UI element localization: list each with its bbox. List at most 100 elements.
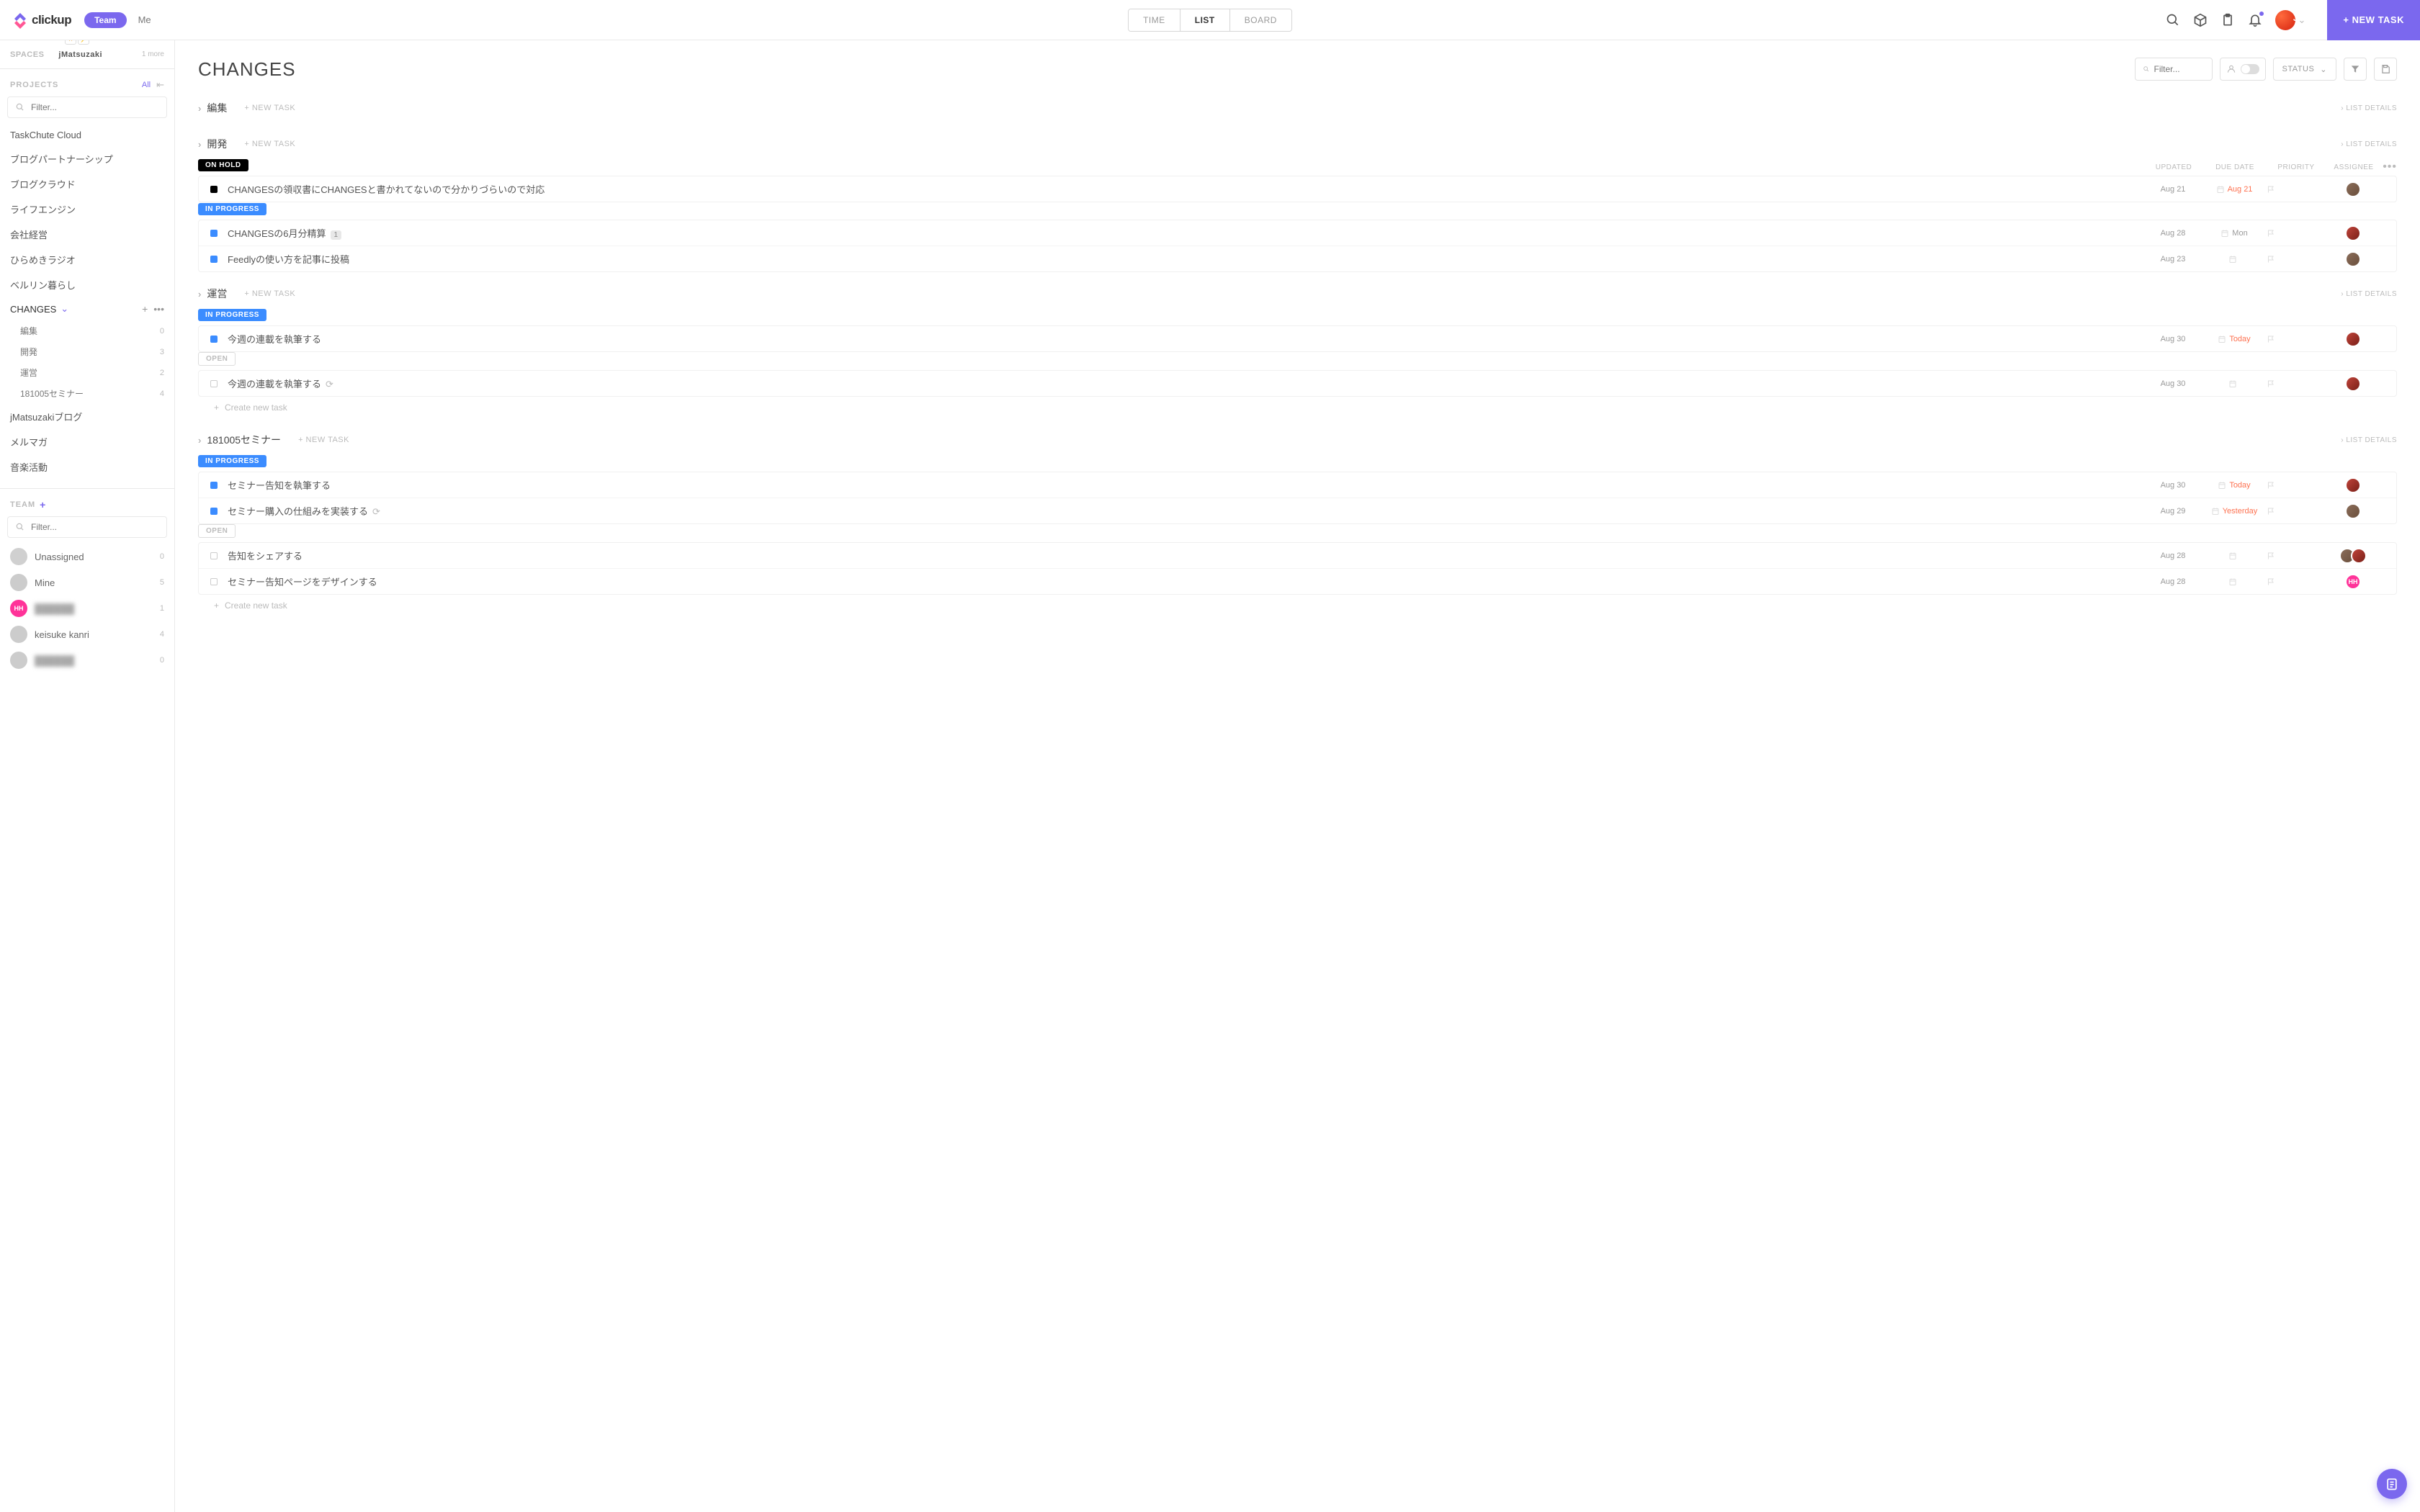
view-tab-board[interactable]: BOARD (1229, 9, 1291, 31)
status-pill[interactable]: OPEN (198, 524, 236, 538)
search-icon[interactable] (2166, 13, 2180, 27)
status-square[interactable] (210, 256, 218, 263)
col-updated[interactable]: UPDATED (2145, 163, 2202, 171)
task-title[interactable]: 今週の連載を執筆する (228, 332, 2396, 346)
task-row[interactable]: Feedlyの使い方を記事に投稿 Aug 23 (199, 246, 2396, 271)
task-priority[interactable] (2267, 335, 2324, 343)
chevron-right-icon[interactable]: › (198, 103, 201, 114)
add-team-button[interactable]: + (40, 499, 45, 510)
task-row[interactable]: セミナー告知ページをデザインする Aug 28 HH (199, 569, 2396, 594)
cube-icon[interactable] (2193, 13, 2208, 27)
task-assignees[interactable] (2324, 331, 2382, 347)
flag-icon[interactable] (2267, 481, 2275, 490)
status-square[interactable] (210, 578, 218, 585)
task-priority[interactable] (2267, 379, 2324, 388)
flag-icon[interactable] (2267, 335, 2275, 343)
toggle-switch[interactable] (2241, 64, 2259, 74)
active-space-tab[interactable]: jMatsuzaki (58, 50, 102, 59)
task-due[interactable]: Aug 21 (2202, 185, 2267, 194)
task-priority[interactable] (2267, 577, 2324, 586)
status-pill[interactable]: IN PROGRESS (198, 455, 266, 467)
group-new-task[interactable]: + NEW TASK (244, 289, 295, 298)
task-title[interactable]: セミナー購入の仕組みを実装する⟳ (228, 504, 2396, 518)
project-filter-input[interactable] (31, 102, 159, 112)
avatar[interactable] (2345, 225, 2361, 241)
status-square[interactable] (210, 482, 218, 489)
group-name[interactable]: 編集 (207, 101, 227, 115)
task-due[interactable]: Today (2202, 335, 2267, 343)
status-square[interactable] (210, 336, 218, 343)
task-title[interactable]: セミナー告知を執筆する (228, 478, 2396, 492)
me-toggle[interactable] (2220, 58, 2266, 81)
project-item[interactable]: TaskChute Cloud (0, 124, 174, 146)
status-pill[interactable]: OPEN (198, 352, 236, 366)
flag-icon[interactable] (2267, 185, 2275, 194)
project-item[interactable]: メルマガ (0, 429, 174, 454)
group-new-task[interactable]: + NEW TASK (298, 436, 349, 444)
create-task-row[interactable]: +Create new task (175, 595, 2420, 616)
add-icon[interactable]: + (142, 303, 148, 315)
team-member[interactable]: HH██████1 (0, 595, 174, 621)
task-row[interactable]: セミナー購入の仕組みを実装する⟳ Aug 29 Yesterday (199, 498, 2396, 523)
group-name[interactable]: 開発 (207, 137, 227, 151)
avatar[interactable] (2345, 376, 2361, 392)
more-icon[interactable]: ••• (2383, 161, 2397, 174)
task-priority[interactable] (2267, 255, 2324, 264)
avatar[interactable] (2345, 331, 2361, 347)
task-assignees[interactable] (2324, 503, 2382, 519)
task-filter-box[interactable] (2135, 58, 2213, 81)
me-link[interactable]: Me (138, 14, 151, 25)
team-filter-input[interactable] (31, 522, 159, 532)
create-task-row[interactable]: +Create new task (175, 397, 2420, 418)
group-new-task[interactable]: + NEW TASK (244, 104, 295, 112)
sublist-item[interactable]: 編集0 (0, 320, 174, 341)
task-assignees[interactable] (2324, 376, 2382, 392)
project-item[interactable]: ブログクラウド (0, 171, 174, 197)
list-details-link[interactable]: › LIST DETAILS (2341, 436, 2397, 444)
notepad-fab[interactable] (2377, 1469, 2407, 1499)
list-details-link[interactable]: › LIST DETAILS (2341, 140, 2397, 148)
status-pill[interactable]: ON HOLD (198, 159, 248, 171)
project-item[interactable]: ライフエンジン (0, 197, 174, 222)
status-pill[interactable]: IN PROGRESS (198, 309, 266, 321)
avatar[interactable] (2351, 548, 2367, 564)
team-member[interactable]: Mine5 (0, 570, 174, 595)
bolt-icon[interactable]: ⚡ (78, 40, 89, 45)
avatar[interactable] (2345, 251, 2361, 267)
avatar[interactable] (2345, 503, 2361, 519)
col-priority[interactable]: PRIORITY (2267, 163, 2325, 171)
team-filter[interactable] (7, 516, 167, 538)
task-title[interactable]: 告知をシェアする (228, 549, 2396, 562)
task-due[interactable] (2202, 552, 2267, 560)
status-square[interactable] (210, 186, 218, 193)
task-due[interactable]: Mon (2202, 229, 2267, 238)
collapse-icon[interactable]: ⇤ (156, 79, 164, 91)
status-square[interactable] (210, 380, 218, 387)
logo[interactable]: clickup (12, 12, 71, 29)
status-pill[interactable]: IN PROGRESS (198, 203, 266, 215)
project-filter[interactable] (7, 96, 167, 118)
status-square[interactable] (210, 230, 218, 237)
project-item[interactable]: ひらめきラジオ (0, 247, 174, 272)
project-item[interactable]: CHANGES⌄+••• (0, 297, 174, 320)
task-assignees[interactable]: HH (2324, 574, 2382, 590)
flag-icon[interactable] (2267, 552, 2275, 560)
task-row[interactable]: CHANGESの領収書にCHANGESと書かれてないので分かりづらいので対応 A… (199, 176, 2396, 202)
user-menu[interactable]: J ⌄ (2275, 10, 2306, 30)
task-title[interactable]: セミナー告知ページをデザインする (228, 575, 2396, 588)
task-priority[interactable] (2267, 481, 2324, 490)
task-due[interactable] (2202, 255, 2267, 264)
flag-icon[interactable] (2267, 577, 2275, 586)
project-item[interactable]: ブログパートナーシップ (0, 146, 174, 171)
task-row[interactable]: 今週の連載を執筆する⟳ Aug 30 (199, 371, 2396, 396)
task-title[interactable]: CHANGESの6月分精算1 (228, 226, 2396, 240)
group-new-task[interactable]: + NEW TASK (244, 140, 295, 148)
project-item[interactable]: ベルリン暮らし (0, 272, 174, 297)
chevron-right-icon[interactable]: › (198, 435, 201, 446)
projects-all-link[interactable]: All (142, 81, 151, 89)
task-due[interactable] (2202, 379, 2267, 388)
task-priority[interactable] (2267, 229, 2324, 238)
view-tab-list[interactable]: LIST (1180, 9, 1229, 31)
task-row[interactable]: 今週の連載を執筆する Aug 30 Today (199, 326, 2396, 351)
status-square[interactable] (210, 552, 218, 559)
